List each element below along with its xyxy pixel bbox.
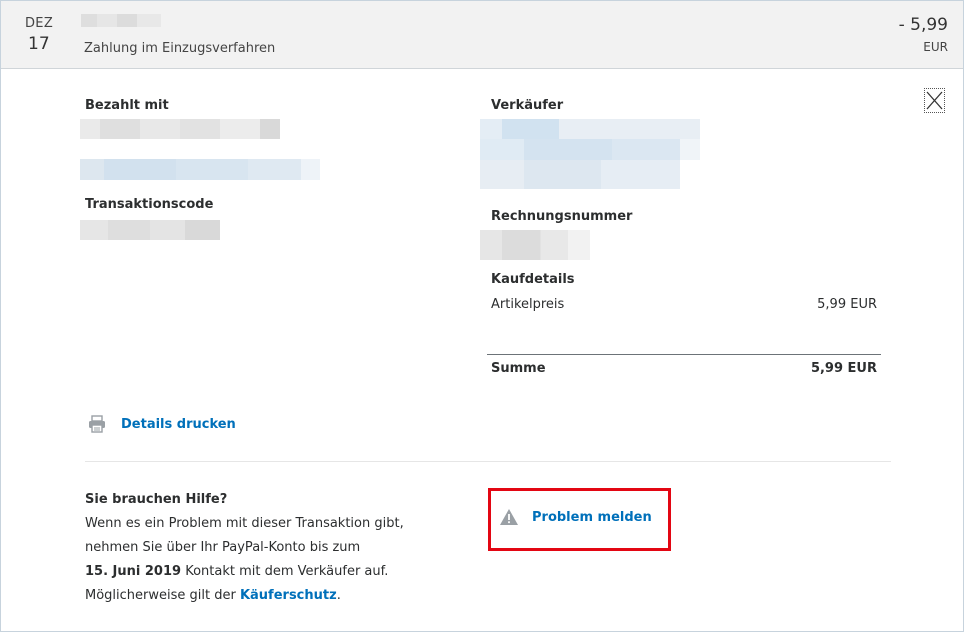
help-line-3: 15. Juni 2019 Kontakt mit dem Verkäufer … [85,560,425,584]
transaction-type: Zahlung im Einzugsverfahren [84,41,276,56]
help-line-4-end: . [336,588,341,603]
paid-with-label: Bezahlt mit [85,98,169,113]
help-section: Sie brauchen Hilfe? Wenn es ein Problem … [85,488,425,608]
close-button[interactable] [924,88,945,113]
print-details-link[interactable]: Details drucken [88,414,236,434]
section-divider [85,461,891,462]
redacted-transaction-code [80,220,220,240]
total-value: 5,99 EUR [810,361,877,376]
transaction-currency: EUR [923,40,948,54]
total-label: Summe [491,361,546,376]
help-title: Sie brauchen Hilfe? [85,492,228,507]
item-price-value: 5,99 EUR [817,297,877,312]
redacted-invoice-number [480,230,590,260]
redacted-payment-source [80,159,320,180]
report-problem-link[interactable]: Problem melden [499,508,652,526]
total-divider [487,354,881,355]
transaction-day: 17 [28,34,50,54]
help-line-1: Wenn es ein Problem mit dieser Transakti… [85,516,404,531]
purchase-details-label: Kaufdetails [491,272,575,287]
help-line-4: Möglicherweise gilt der Käuferschutz. [85,584,425,608]
transaction-header[interactable]: DEZ 17 Zahlung im Einzugsverfahren - 5,9… [1,1,963,69]
redacted-account-name [80,119,280,139]
print-details-label[interactable]: Details drucken [121,417,236,432]
transaction-code-label: Transaktionscode [85,197,214,212]
report-problem-label[interactable]: Problem melden [532,510,652,525]
redacted-seller-info [480,119,700,189]
warning-icon [500,509,518,525]
help-line-2: nehmen Sie über Ihr PayPal-Konto bis zum [85,540,361,555]
help-line-3-text: Kontakt mit dem Verkäufer auf. [181,564,389,579]
help-line-4-text: Möglicherweise gilt der [85,588,240,603]
close-icon [926,91,943,110]
buyer-protection-link[interactable]: Käuferschutz [240,588,337,603]
item-price-label: Artikelpreis [491,297,565,312]
printer-icon [89,415,105,433]
help-deadline: 15. Juni 2019 [85,564,182,579]
transaction-amount: - 5,99 [898,15,948,35]
redacted-merchant-name [81,14,161,27]
invoice-number-label: Rechnungsnummer [491,209,633,224]
transaction-month: DEZ [25,16,54,31]
seller-label: Verkäufer [491,98,564,113]
